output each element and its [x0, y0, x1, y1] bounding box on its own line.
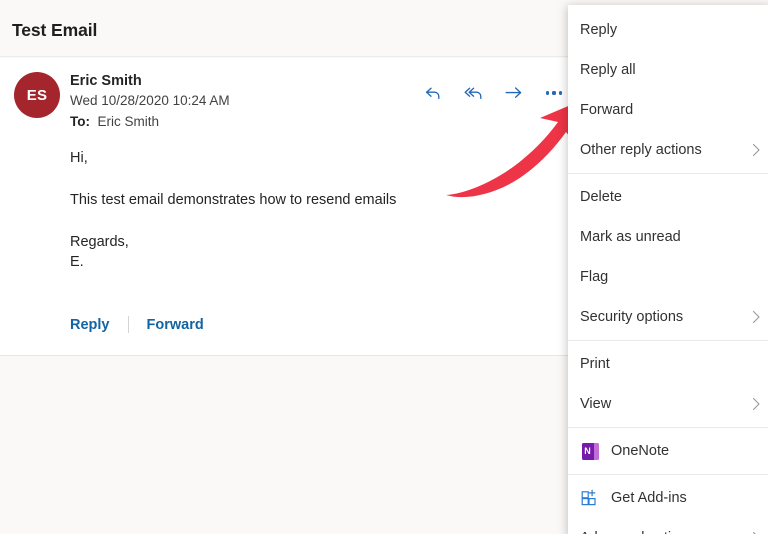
menu-item-mark-as-unread[interactable]: Mark as unread	[568, 217, 768, 257]
quick-forward-link[interactable]: Forward	[147, 317, 222, 333]
menu-item-label: Flag	[580, 269, 609, 285]
quick-reply-link[interactable]: Reply	[70, 317, 128, 333]
onenote-icon: N	[580, 441, 600, 461]
menu-item-security-options[interactable]: Security options	[568, 297, 768, 337]
reply-all-icon	[463, 83, 485, 103]
reply-button[interactable]	[418, 78, 448, 108]
menu-item-label: Delete	[580, 189, 622, 205]
menu-item-label: Print	[580, 356, 610, 372]
menu-divider	[568, 474, 768, 475]
sent-timestamp: Wed 10/28/2020 10:24 AM	[70, 93, 230, 108]
menu-item-onenote[interactable]: N OneNote	[568, 431, 768, 471]
menu-item-flag[interactable]: Flag	[568, 257, 768, 297]
more-options-button[interactable]	[539, 78, 569, 108]
menu-divider	[568, 173, 768, 174]
menu-item-reply[interactable]: Reply	[568, 10, 768, 50]
menu-item-label: Reply	[580, 22, 618, 38]
menu-item-label: Get Add-ins	[611, 490, 687, 506]
menu-item-print[interactable]: Print	[568, 344, 768, 384]
menu-item-label: Mark as unread	[580, 229, 681, 245]
body-line-greeting: Hi,	[70, 150, 88, 166]
quick-action-bar: Reply Forward	[70, 316, 222, 333]
body-line-signature: E.	[70, 254, 84, 270]
menu-item-label: Forward	[580, 102, 634, 118]
message-header: Eric Smith Wed 10/28/2020 10:24 AM To: E…	[70, 72, 230, 132]
menu-item-reply-all[interactable]: Reply all	[568, 50, 768, 90]
menu-item-advanced-actions[interactable]: Advanced actions	[568, 518, 768, 534]
body-line-signoff: Regards,	[70, 234, 129, 250]
menu-divider	[568, 340, 768, 341]
menu-item-get-add-ins[interactable]: Get Add-ins	[568, 478, 768, 518]
to-recipients: Eric Smith	[97, 114, 160, 129]
quick-action-divider	[127, 316, 129, 333]
menu-item-delete[interactable]: Delete	[568, 177, 768, 217]
add-ins-grid-icon	[580, 488, 600, 508]
avatar: ES	[14, 72, 60, 118]
menu-item-view[interactable]: View	[568, 384, 768, 424]
menu-item-label: Reply all	[580, 62, 636, 78]
outlook-reading-pane-screenshot: Test Email ES Eric Smith Wed 10/28/2020 …	[0, 0, 768, 534]
message-body: Hi, This test email demonstrates how to …	[70, 148, 500, 272]
menu-item-forward[interactable]: Forward	[568, 90, 768, 130]
page-title: Test Email	[12, 20, 98, 40]
context-menu: Reply Reply all Forward Other reply acti…	[568, 5, 768, 534]
reply-all-button[interactable]	[459, 78, 489, 108]
recipients-line: To: Eric Smith	[70, 112, 230, 132]
chevron-right-icon	[749, 310, 763, 324]
chevron-right-icon	[749, 397, 763, 411]
menu-item-label: Advanced actions	[580, 518, 743, 534]
menu-item-label: Other reply actions	[580, 142, 702, 158]
body-line-content: This test email demonstrates how to rese…	[70, 192, 397, 208]
forward-button[interactable]	[499, 78, 529, 108]
sender-name: Eric Smith	[70, 73, 142, 89]
menu-item-other-reply-actions[interactable]: Other reply actions	[568, 130, 768, 170]
message-action-icons	[418, 78, 568, 108]
menu-item-label: View	[580, 396, 612, 412]
chevron-right-icon	[749, 143, 763, 157]
menu-item-label: OneNote	[611, 443, 670, 459]
menu-divider	[568, 427, 768, 428]
more-options-icon	[545, 91, 563, 95]
reply-icon	[423, 83, 443, 103]
to-label: To:	[70, 114, 90, 129]
forward-arrow-icon	[503, 83, 525, 103]
menu-item-label: Security options	[580, 309, 684, 325]
